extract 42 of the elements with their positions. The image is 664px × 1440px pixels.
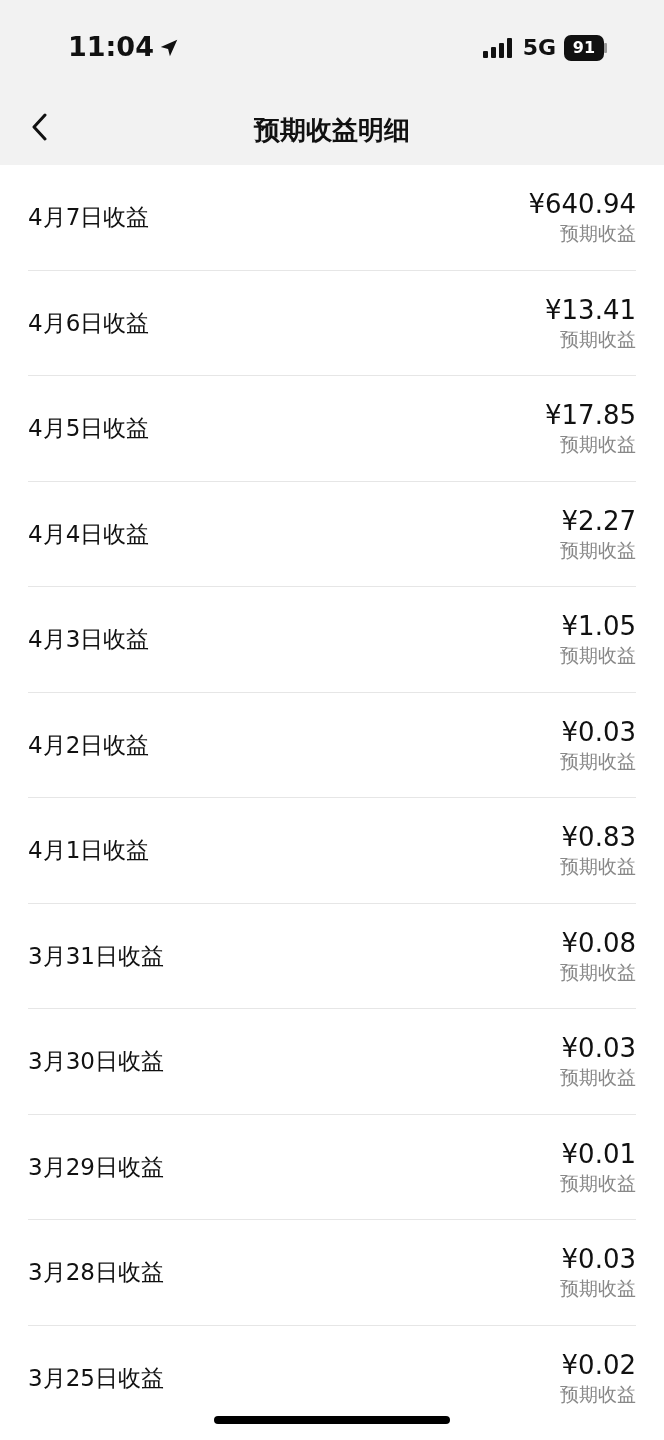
amount-value: ¥13.41 — [545, 293, 636, 326]
amount-note: 预期收益 — [560, 854, 636, 880]
amount-value: ¥640.94 — [528, 188, 636, 221]
amount-value: ¥17.85 — [545, 399, 636, 432]
date-label: 4月6日收益 — [28, 308, 150, 338]
signal-icon — [482, 37, 515, 58]
amount-value: ¥0.08 — [561, 926, 636, 959]
amount-value: ¥0.83 — [561, 821, 636, 854]
amount-note: 预期收益 — [560, 326, 636, 352]
amount-value: ¥0.03 — [561, 715, 636, 748]
page-title: 预期收益明细 — [254, 113, 410, 147]
date-label: 4月7日收益 — [28, 203, 150, 232]
amount-note: 预期收益 — [560, 1382, 636, 1408]
amount-note: 预期收益 — [560, 537, 636, 563]
date-label: 3月29日收益 — [28, 1152, 164, 1182]
amount-note: 预期收益 — [560, 748, 636, 774]
date-label: 4月2日收益 — [28, 730, 150, 760]
status-time: 11:04 — [68, 30, 154, 65]
network-label: 5G — [522, 34, 556, 62]
amount-note: 预期收益 — [560, 1276, 636, 1302]
amount-value: ¥1.05 — [561, 610, 636, 643]
battery-tip-icon — [604, 42, 608, 53]
battery-level: 91 — [564, 34, 604, 61]
date-label: 3月30日收益 — [28, 1047, 164, 1076]
amount-value: ¥0.03 — [561, 1243, 636, 1276]
amount-note: 预期收益 — [560, 221, 636, 247]
date-label: 3月28日收益 — [28, 1258, 164, 1287]
amount-note: 预期收益 — [560, 1170, 636, 1196]
date-label: 4月1日收益 — [28, 836, 150, 865]
amount-value: ¥0.02 — [561, 1349, 636, 1382]
amount-note: 预期收益 — [560, 959, 636, 985]
amount-value: ¥0.03 — [561, 1032, 636, 1065]
amount-value: ¥0.01 — [561, 1137, 636, 1170]
date-label: 3月25日收益 — [28, 1364, 164, 1393]
date-label: 3月31日收益 — [28, 941, 164, 971]
amount-note: 预期收益 — [560, 432, 636, 458]
date-label: 4月3日收益 — [28, 625, 150, 654]
amount-value: ¥2.27 — [561, 504, 636, 537]
date-label: 4月5日收益 — [28, 414, 150, 443]
date-label: 4月4日收益 — [28, 519, 150, 549]
amount-note: 预期收益 — [560, 1065, 636, 1091]
amount-note: 预期收益 — [560, 643, 636, 669]
